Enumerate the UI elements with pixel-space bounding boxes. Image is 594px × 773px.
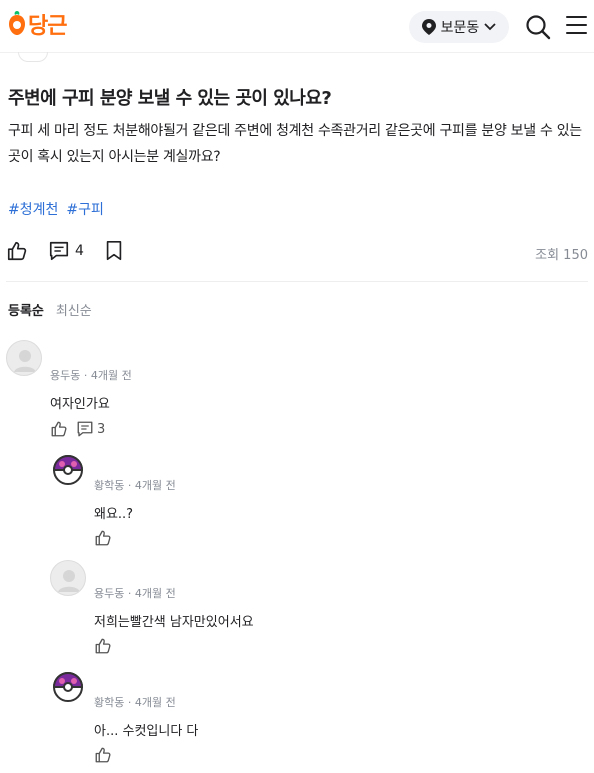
like-button[interactable] [6,240,28,262]
location-selector-button[interactable]: 보문동 [409,11,509,43]
comment-time: 4개월 전 [134,696,176,709]
thumbs-up-icon [95,747,111,763]
thumbs-up-icon [51,421,67,437]
default-avatar-icon[interactable] [6,340,42,376]
thumbs-up-icon [7,241,27,261]
comment-text: 저희는빨간색 남자만있어서요 [94,615,254,630]
reply-icon [77,421,93,437]
post-tags: #청계천 #구피 [8,199,104,219]
sort-latest-tab[interactable]: 최신순 [56,300,92,319]
view-count: 조회 150 [535,248,588,263]
divider [6,281,588,282]
post-title: 주변에 구피 분양 보낼 수 있는 곳이 있나요? [8,88,332,109]
logo-text: 당근 [28,14,67,39]
comment-actions [94,529,112,547]
comment-text: 왜요..? [94,507,134,522]
comment-like-button[interactable] [94,637,112,655]
comment-author[interactable]: 황학동 [94,479,124,492]
post-body: 구피 세 마리 정도 처분해야될거 같은데 주변에 청계천 수족관거리 같은곳에… [8,123,582,165]
comment-meta: 용두동 · 4개월 전 [50,369,132,382]
comment-time: 4개월 전 [134,587,176,600]
location-label: 보문동 [440,20,480,36]
tag-link[interactable]: #청계천 [8,199,58,219]
bookmark-button[interactable] [104,240,124,262]
search-button[interactable] [525,14,551,40]
comment-like-button[interactable] [94,746,112,764]
sort-registered-tab[interactable]: 등록순 [8,300,44,319]
tag-link[interactable]: #구피 [66,199,104,219]
comment-reply-button[interactable]: 3 [76,420,105,438]
comment-meta: 황학동 · 4개월 전 [94,696,176,709]
search-icon [526,15,551,40]
comment-actions [94,637,112,655]
comment-meta: 황학동 · 4개월 전 [94,479,176,492]
bookmark-icon [106,241,122,261]
comment-author[interactable]: 용두동 [94,587,124,600]
comment-text: 아... 수컷입니다 다 [94,724,199,739]
comment-count: 4 [75,243,84,259]
comment-actions: 3 [50,420,105,438]
thumbs-up-icon [95,638,111,654]
masterball-avatar-icon[interactable] [50,452,86,488]
menu-button[interactable] [566,16,588,38]
comment-icon [49,241,69,261]
location-pin-icon [421,19,436,35]
comment-author[interactable]: 용두동 [50,369,80,382]
masterball-avatar-icon[interactable] [50,669,86,705]
comment-button[interactable]: 4 [48,240,84,262]
post-action-row: 4 조회 150 [0,240,594,280]
comment-sort-tabs: 등록순 최신순 [8,300,92,319]
profile-avatar-edge [18,52,48,62]
chevron-down-icon [484,23,496,31]
default-avatar-icon[interactable] [50,560,86,596]
comment-text: 여자인가요 [50,397,110,412]
logo[interactable]: 당근 [8,8,67,40]
comment-like-button[interactable] [50,420,68,438]
comment-like-button[interactable] [94,529,112,547]
comment-time: 4개월 전 [90,369,132,382]
thumbs-up-icon [95,530,111,546]
comment-time: 4개월 전 [134,479,176,492]
comment-author[interactable]: 황학동 [94,696,124,709]
reply-count: 3 [97,421,106,437]
carrot-logo-icon [8,8,26,40]
comment-meta: 용두동 · 4개월 전 [94,587,176,600]
top-navigation-bar: 당근 보문동 [0,0,594,53]
hamburger-menu-icon [566,16,588,34]
comment-actions [94,746,112,764]
